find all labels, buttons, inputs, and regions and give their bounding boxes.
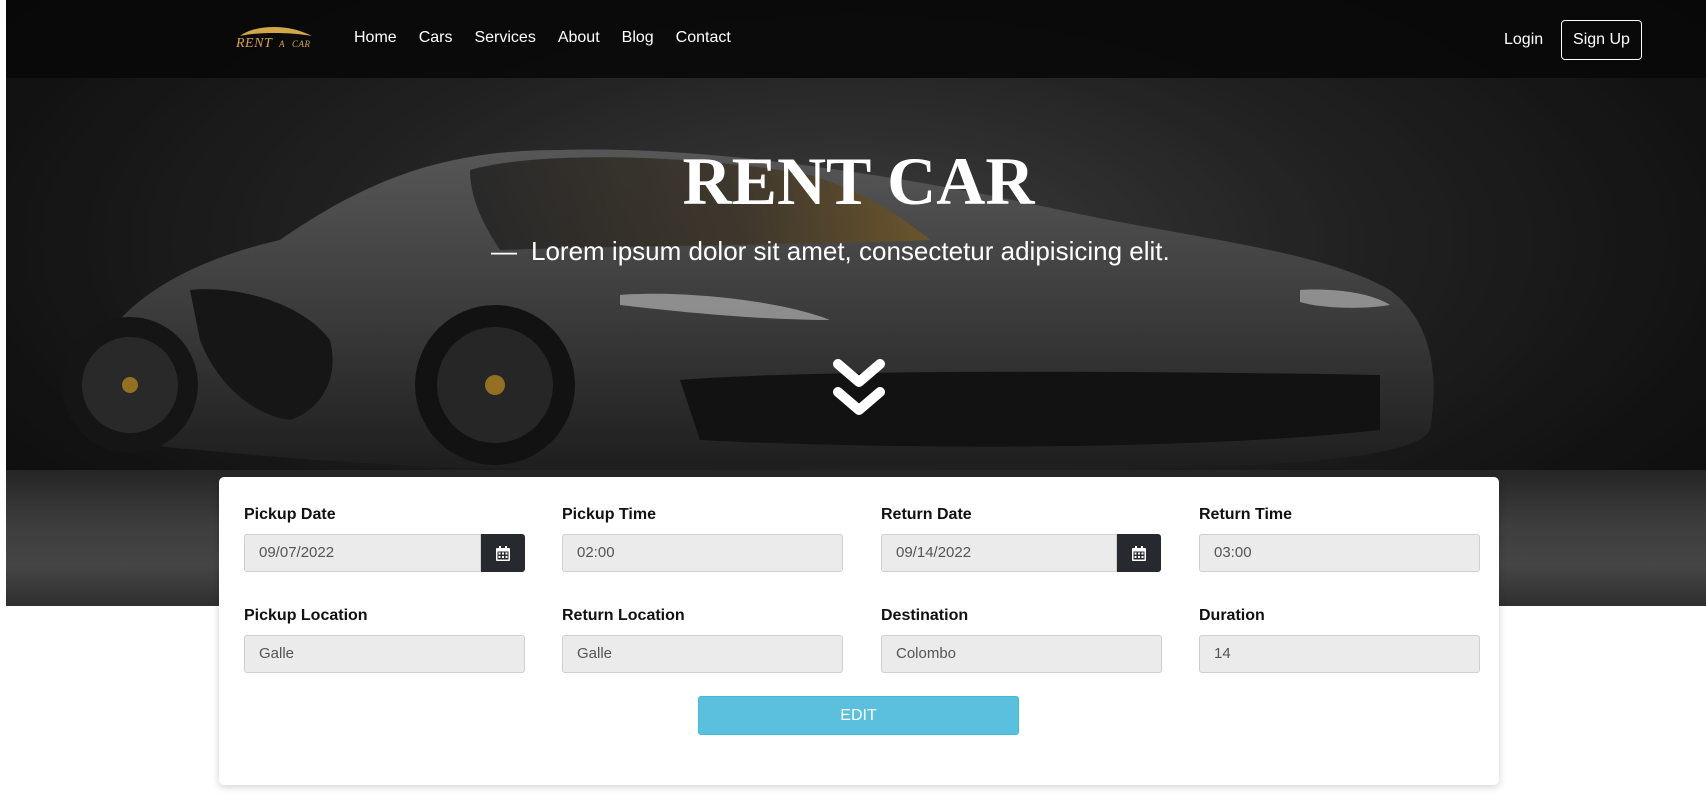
return-date-input[interactable]: 09/14/2022 — [881, 534, 1117, 572]
calendar-icon — [496, 545, 510, 561]
destination-label: Destination — [881, 607, 969, 624]
nav-services[interactable]: Services — [474, 29, 535, 47]
chevron-double-down-icon[interactable] — [832, 358, 886, 424]
hero-subtitle-text: Lorem ipsum dolor sit amet, consectetur … — [531, 236, 1170, 266]
hero-title: RENT CAR — [682, 143, 1035, 219]
pickup-date-field: Pickup Date 09/07/2022 — [244, 506, 525, 572]
return-date-label: Return Date — [881, 506, 972, 523]
nav-home[interactable]: Home — [354, 29, 397, 47]
return-date-calendar-button[interactable] — [1117, 534, 1161, 572]
pickup-location-field: Pickup Location Galle — [244, 607, 525, 673]
pickup-location-label: Pickup Location — [244, 607, 368, 624]
pickup-time-label: Pickup Time — [562, 506, 656, 523]
pickup-time-field: Pickup Time 02:00 — [562, 506, 843, 572]
brand-logo[interactable]: RENT A CAR — [236, 36, 310, 52]
duration-input[interactable]: 14 — [1199, 635, 1480, 673]
pickup-location-input[interactable]: Galle — [244, 635, 525, 673]
calendar-icon — [1132, 545, 1146, 561]
nav-links: Home Cars Services About Blog Contact — [354, 29, 753, 47]
edit-button[interactable]: EDIT — [698, 696, 1019, 735]
destination-field: Destination Colombo — [881, 607, 1162, 673]
pickup-date-group: 09/07/2022 — [244, 534, 525, 572]
pickup-date-calendar-button[interactable] — [481, 534, 525, 572]
return-date-group: 09/14/2022 — [881, 534, 1161, 572]
destination-input[interactable]: Colombo — [881, 635, 1162, 673]
return-date-field: Return Date 09/14/2022 — [881, 506, 1161, 572]
pickup-time-input[interactable]: 02:00 — [562, 534, 843, 572]
signup-button[interactable]: Sign Up — [1561, 20, 1642, 60]
top-navbar: RENT A CAR Home Cars Services About Blog… — [0, 0, 1706, 78]
hero-subtitle: — Lorem ipsum dolor sit amet, consectetur… — [491, 236, 1170, 267]
return-time-label: Return Time — [1199, 506, 1293, 523]
nav-blog[interactable]: Blog — [622, 29, 654, 47]
return-location-input[interactable]: Galle — [562, 635, 843, 673]
nav-about[interactable]: About — [558, 29, 600, 47]
booking-form-card: Pickup Date 09/07/2022 Pickup Time 02:00… — [219, 477, 1499, 785]
pickup-date-input[interactable]: 09/07/2022 — [244, 534, 481, 572]
logo-car-text: CAR — [291, 39, 311, 49]
hero-dash: — — [491, 236, 517, 266]
left-edge — [0, 0, 6, 806]
nav-cars[interactable]: Cars — [419, 29, 453, 47]
nav-contact[interactable]: Contact — [676, 29, 731, 47]
logo-a-text: A — [278, 39, 285, 49]
logo-main-text: RENT — [236, 36, 272, 51]
page: RENT CAR — Lorem ipsum dolor sit amet, co… — [0, 0, 1706, 806]
return-time-field: Return Time 03:00 — [1199, 506, 1480, 572]
duration-field: Duration 14 — [1199, 607, 1480, 673]
return-location-field: Return Location Galle — [562, 607, 843, 673]
return-location-label: Return Location — [562, 607, 685, 624]
login-link[interactable]: Login — [1504, 31, 1543, 49]
duration-label: Duration — [1199, 607, 1265, 624]
pickup-date-label: Pickup Date — [244, 506, 336, 523]
return-time-input[interactable]: 03:00 — [1199, 534, 1480, 572]
